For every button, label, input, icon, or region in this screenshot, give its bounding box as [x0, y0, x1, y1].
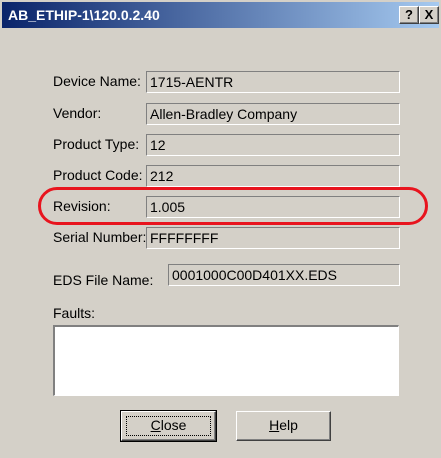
vendor-field: Allen-Bradley Company: [146, 103, 400, 125]
close-icon[interactable]: X: [419, 6, 439, 24]
eds-file-name-field: 0001000C00D401XX.EDS: [168, 264, 400, 286]
serial-number-field: FFFFFFFF: [146, 227, 400, 249]
faults-label: Faults:: [53, 305, 96, 321]
faults-list[interactable]: [53, 325, 399, 396]
product-code-label: Product Code:: [53, 167, 143, 183]
device-name-label: Device Name:: [53, 73, 141, 89]
revision-highlight-annotation: [38, 187, 428, 225]
help-button-label: elp: [279, 417, 298, 433]
device-properties-dialog: AB_ETHIP-1\120.0.2.40 ? X Device Name: 1…: [0, 0, 441, 458]
serial-number-label: Serial Number:: [53, 229, 147, 245]
focus-rectangle: [126, 416, 211, 436]
title-bar: AB_ETHIP-1\120.0.2.40 ? X: [2, 2, 439, 28]
product-code-field: 212: [146, 165, 400, 187]
help-button[interactable]: Help: [236, 411, 331, 441]
device-name-field: 1715-AENTR: [146, 71, 400, 93]
close-button[interactable]: Close: [120, 410, 217, 442]
window-title: AB_ETHIP-1\120.0.2.40: [8, 7, 160, 23]
eds-file-name-label: EDS File Name:: [53, 272, 154, 288]
vendor-label: Vendor:: [53, 105, 102, 121]
help-icon[interactable]: ?: [399, 6, 419, 24]
help-button-mnemonic: H: [269, 417, 280, 433]
product-type-field: 12: [146, 134, 400, 156]
product-type-label: Product Type:: [53, 136, 140, 152]
